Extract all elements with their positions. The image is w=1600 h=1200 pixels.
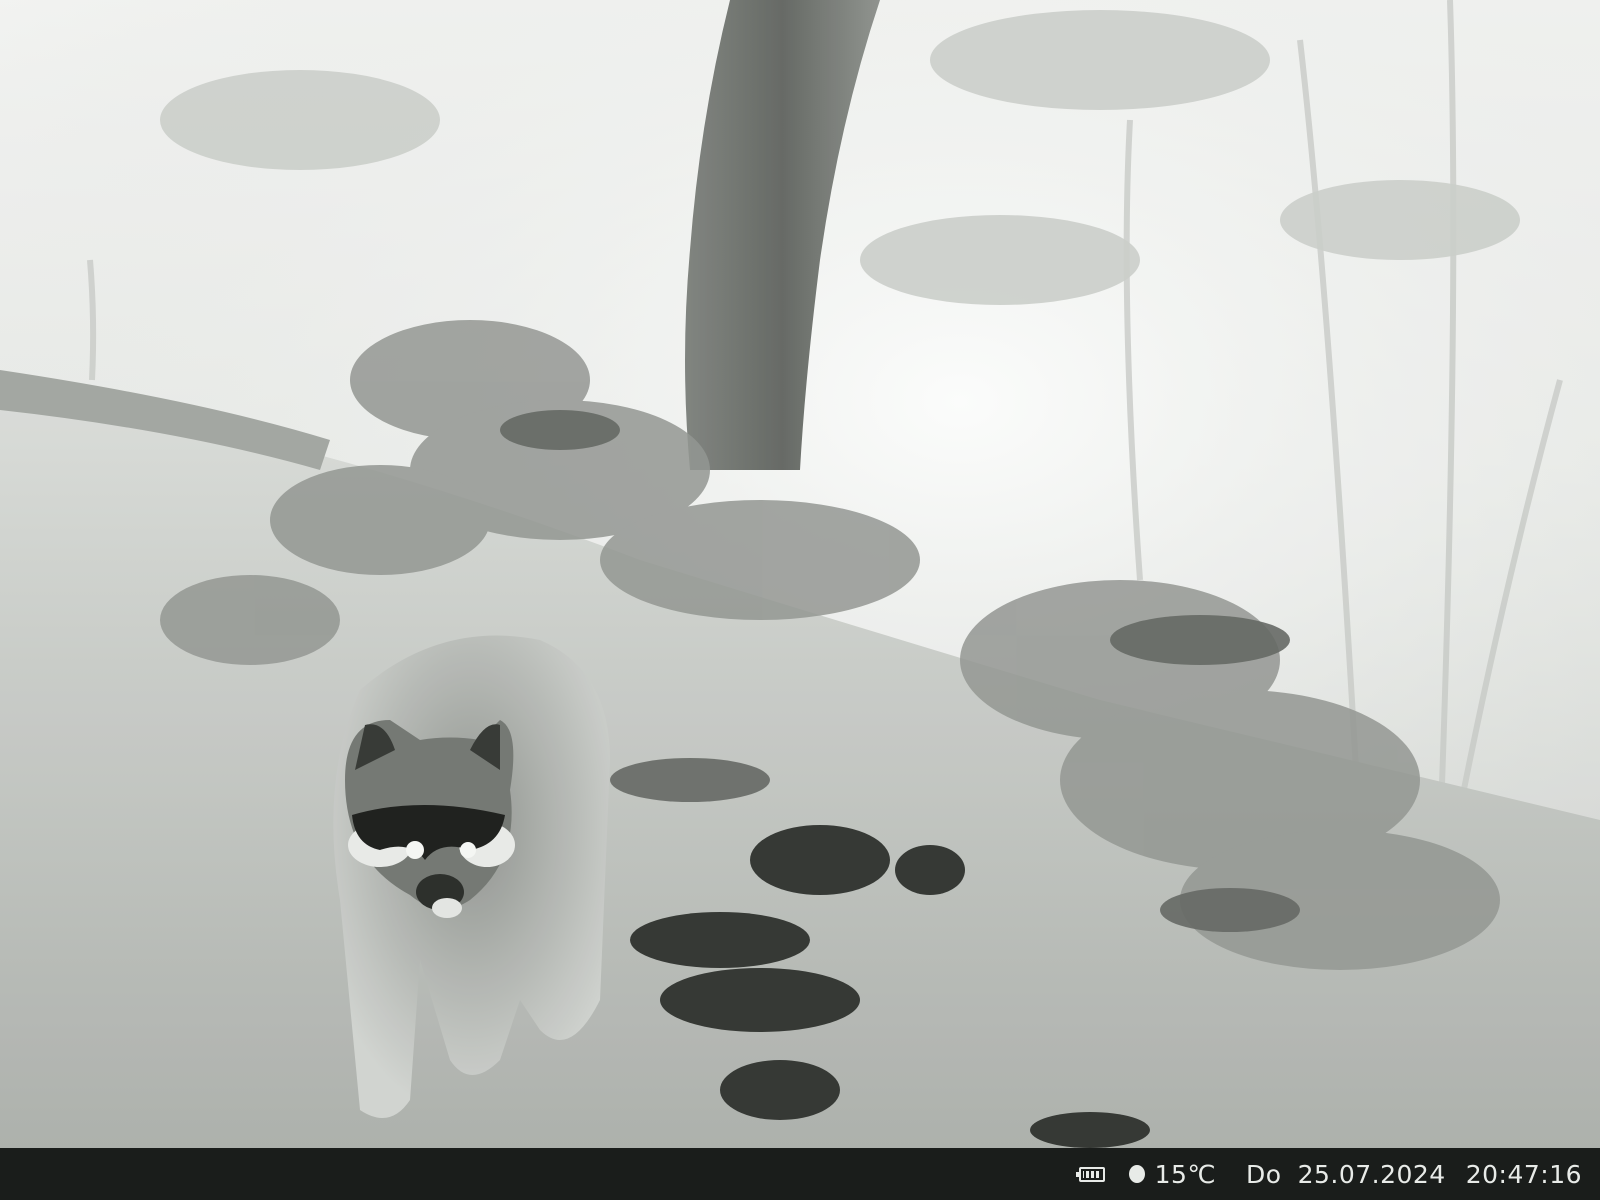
status-bar: 15℃ Do 25.07.2024 20:47:16	[0, 1148, 1600, 1200]
moon-phase-icon	[1128, 1165, 1145, 1183]
time-stamp: 20:47:16	[1465, 1159, 1582, 1189]
temperature-readout: 15℃	[1154, 1159, 1217, 1189]
scene-illustration	[0, 0, 1600, 1148]
date-stamp: 25.07.2024	[1297, 1159, 1446, 1189]
battery-icon	[1075, 1166, 1105, 1182]
trail-camera-frame: 15℃ Do 25.07.2024 20:47:16	[0, 0, 1600, 1200]
forest-scene-photo	[0, 0, 1600, 1148]
weekday-label: Do	[1246, 1159, 1282, 1189]
